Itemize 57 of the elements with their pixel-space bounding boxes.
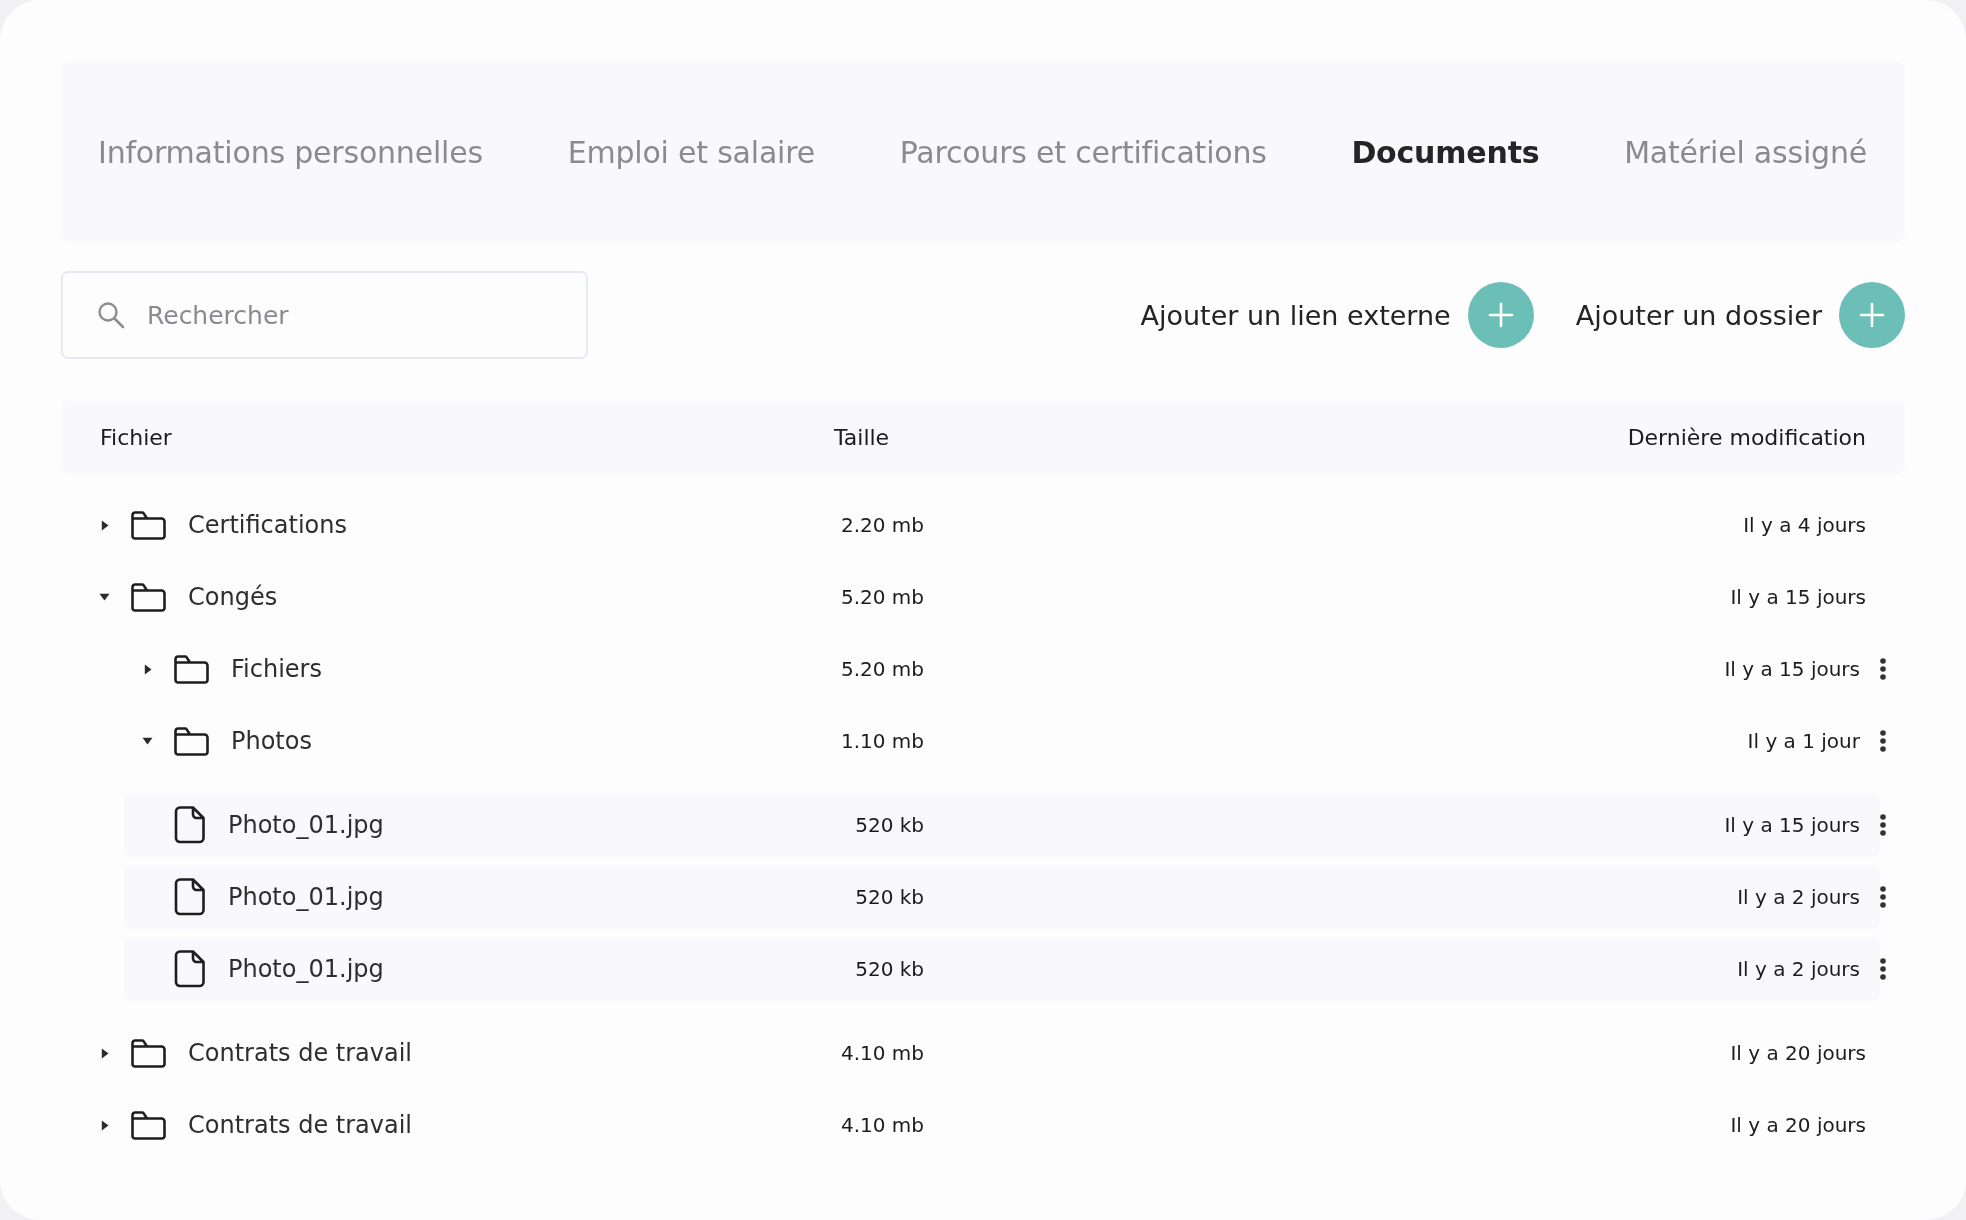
caret-right-icon[interactable]	[100, 1047, 109, 1059]
file-name: Photo_01.jpg	[228, 955, 384, 983]
file-icon	[174, 806, 205, 844]
kebab-menu-icon[interactable]	[1880, 658, 1886, 680]
kebab-menu-icon[interactable]	[1880, 730, 1886, 752]
kebab-menu-icon[interactable]	[1880, 958, 1886, 980]
size-text: 5.20 mb	[840, 657, 924, 681]
plus-icon	[1839, 282, 1905, 348]
folder-icon	[130, 1037, 167, 1069]
modified-text: Il y a 1 jour	[1747, 729, 1860, 753]
folder-icon	[173, 725, 210, 757]
size-text: 520 kb	[855, 957, 924, 981]
search-icon	[97, 301, 125, 329]
size-text: 2.20 mb	[840, 513, 924, 537]
search-field[interactable]: Rechercher	[61, 271, 588, 359]
modified-text: Il y a 15 jours	[1730, 585, 1866, 609]
folder-name: Congés	[188, 583, 278, 611]
size-text: 5.20 mb	[840, 585, 924, 609]
modified-text: Il y a 4 jours	[1743, 513, 1866, 537]
file-icon	[174, 950, 205, 988]
column-header: Taille	[833, 425, 891, 450]
modified-text: Il y a 20 jours	[1730, 1041, 1866, 1065]
size-text: 520 kb	[855, 813, 924, 837]
modified-text: Il y a 2 jours	[1737, 957, 1860, 981]
file-name: Photo_01.jpg	[228, 811, 384, 839]
file-name: Photo_01.jpg	[228, 883, 384, 911]
modified-text: Il y a 15 jours	[1724, 657, 1860, 681]
column-header: Dernière modification	[1626, 425, 1866, 450]
size-text: 520 kb	[855, 885, 924, 909]
tab[interactable]: Documents	[1351, 134, 1540, 170]
size-text: 4.10 mb	[840, 1113, 924, 1137]
folder-icon	[130, 509, 167, 541]
folder-name: Fichiers	[231, 655, 322, 683]
caret-down-icon[interactable]	[142, 737, 153, 745]
file-icon	[174, 878, 205, 916]
size-text: 4.10 mb	[840, 1041, 924, 1065]
size-text: 1.10 mb	[840, 729, 924, 753]
modified-text: Il y a 2 jours	[1737, 885, 1860, 909]
caret-right-icon[interactable]	[100, 1119, 109, 1131]
caret-down-icon[interactable]	[99, 593, 110, 601]
caret-right-icon[interactable]	[143, 663, 152, 675]
add-button[interactable]: Ajouter un lien externe	[1140, 282, 1534, 348]
plus-icon	[1467, 282, 1534, 348]
folder-name: Contrats de travail	[188, 1039, 413, 1067]
modified-text: Il y a 20 jours	[1730, 1113, 1866, 1137]
folder-icon	[130, 581, 167, 613]
folder-name: Photos	[231, 727, 312, 755]
add-button[interactable]: Ajouter un dossier	[1575, 282, 1905, 348]
folder-name: Certifications	[188, 511, 347, 539]
kebab-menu-icon[interactable]	[1880, 814, 1886, 836]
modified-text: Il y a 15 jours	[1724, 813, 1860, 837]
folder-name: Contrats de travail	[188, 1111, 413, 1139]
column-header: Fichier	[100, 425, 173, 450]
caret-right-icon[interactable]	[100, 519, 109, 531]
folder-icon	[173, 653, 210, 685]
kebab-menu-icon[interactable]	[1880, 886, 1886, 908]
folder-icon	[130, 1109, 167, 1141]
